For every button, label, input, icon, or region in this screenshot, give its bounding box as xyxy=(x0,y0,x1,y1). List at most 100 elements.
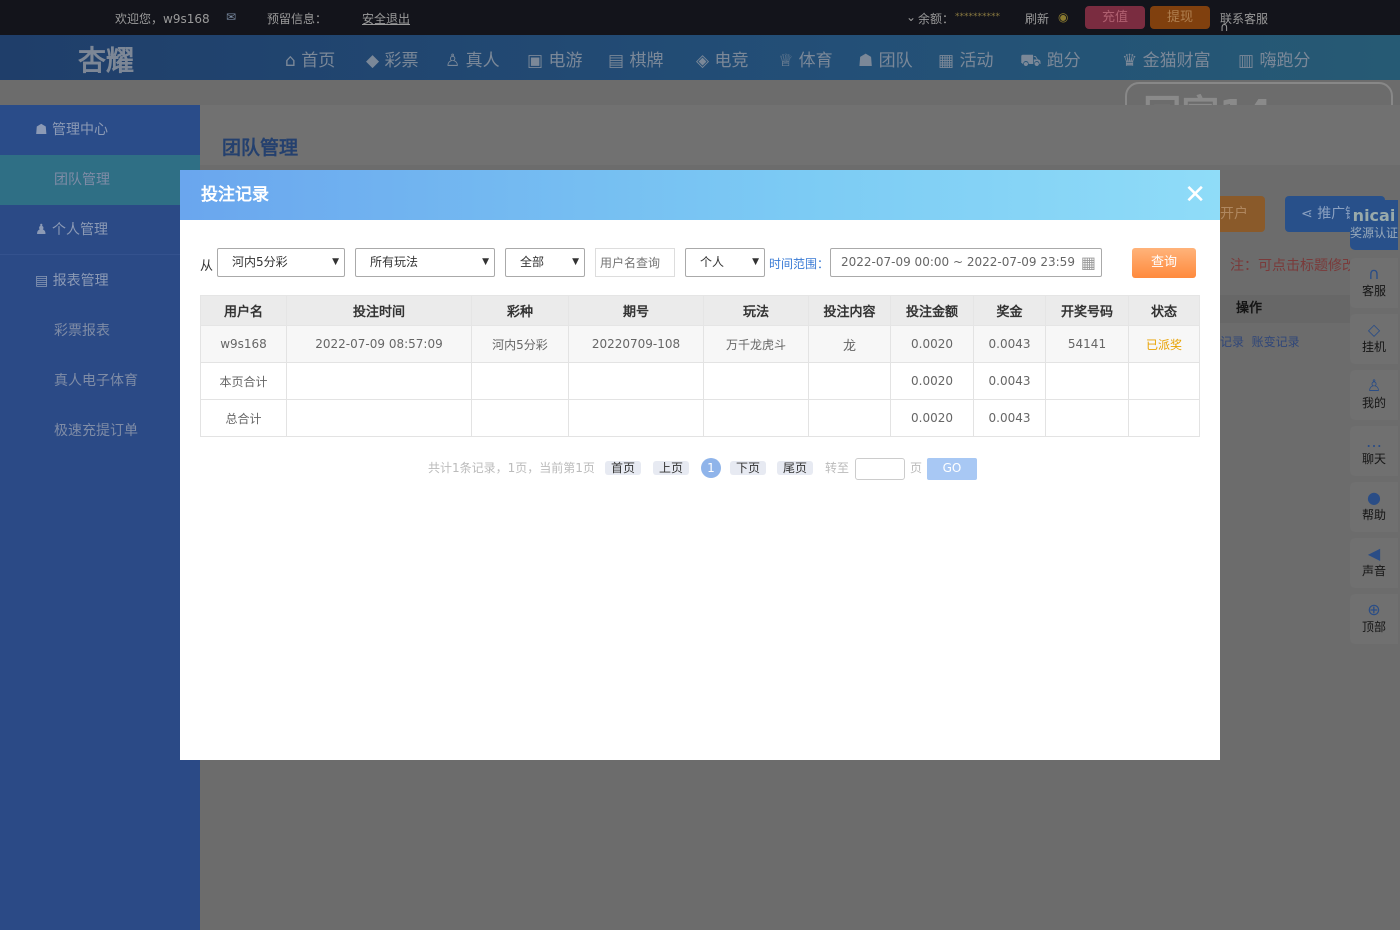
op-header: 操作 xyxy=(1220,295,1350,323)
eye-icon[interactable]: ◉ xyxy=(1058,10,1068,24)
main-nav: 杏耀 ⌂ 首页 ◆ 彩票 ♙ 真人 ▣ 电游 ▤ 棋牌 ◈ 电竞 ♕ 体育 ☗ … xyxy=(0,35,1400,80)
nav-sports[interactable]: ♕ 体育 xyxy=(778,46,833,71)
tool-help[interactable]: ● 帮助 xyxy=(1350,482,1398,532)
sidebar-item-team[interactable]: 团队管理 xyxy=(0,155,200,205)
table-cell: 54141 xyxy=(1045,325,1129,363)
status-select[interactable]: 全部 ▼ xyxy=(505,248,585,277)
sidebar-item-personal[interactable]: ♟ 个人管理 xyxy=(0,205,200,255)
page-unit: 页 xyxy=(910,461,923,475)
table-cell xyxy=(286,399,472,437)
table-cell: 0.0043 xyxy=(973,362,1046,400)
nav-home[interactable]: ⌂ 首页 xyxy=(285,46,335,71)
diamond-icon: ◇ xyxy=(1367,320,1381,339)
tool-support[interactable]: ∩ 客服 xyxy=(1350,258,1398,308)
op-links: 记录 账变记录 xyxy=(1220,333,1300,350)
tool-chat[interactable]: … 聊天 xyxy=(1350,426,1398,476)
sidebar-item-lottery-report[interactable]: 彩票报表 xyxy=(0,306,200,356)
page-title: 团队管理 xyxy=(222,137,299,159)
arrow-up-icon: ⊕ xyxy=(1367,600,1381,619)
nav-slots[interactable]: ▣ 电游 xyxy=(527,46,582,71)
deposit-button[interactable]: 充值 xyxy=(1085,6,1145,29)
column-header: 期号 xyxy=(568,295,704,326)
column-header: 状态 xyxy=(1128,295,1200,326)
support-link[interactable]: ∩ 联系客服 xyxy=(1220,10,1268,34)
account-change-link[interactable]: 账变记录 xyxy=(1252,335,1300,349)
close-icon[interactable]: ✕ xyxy=(1184,170,1206,220)
table-cell xyxy=(808,362,891,400)
user-icon: ♙ xyxy=(1366,376,1382,395)
nav-live[interactable]: ♙ 真人 xyxy=(445,46,500,71)
lottery-select[interactable]: 河内5分彩 ▼ xyxy=(217,248,345,277)
table-row: w9s168 2022-07-09 08:57:09 河内5分彩 20220709-1… xyxy=(200,325,1200,363)
last-page-button[interactable]: 尾页 xyxy=(777,461,814,475)
table-cell: 0.0043 xyxy=(973,325,1046,363)
time-range-label: 时间范围： xyxy=(769,257,830,271)
query-button[interactable]: 查询 xyxy=(1132,248,1196,278)
column-header: 开奖号码 xyxy=(1045,295,1129,326)
current-page[interactable]: 1 xyxy=(701,458,721,478)
nav-haipaofen[interactable]: ▥ 嗨跑分 xyxy=(1238,46,1310,71)
column-header: 投注内容 xyxy=(808,295,891,326)
table-cell: 本页合计 xyxy=(200,362,287,400)
sidebar-item-live-report[interactable]: 真人电子体育 xyxy=(0,356,200,406)
tool-mine[interactable]: ♙ 我的 xyxy=(1350,370,1398,420)
column-header: 玩法 xyxy=(703,295,809,326)
headset-icon: ∩ xyxy=(1368,264,1380,283)
column-header: 用户名 xyxy=(200,295,287,326)
time-range-input[interactable]: 2022-07-09 00:00 ~ 2022-07-09 23:59 ▦ xyxy=(830,248,1102,277)
bet-table: 用户名 投注时间 彩种 期号 玩法 投注内容 投注金额 奖金 开奖号码 状态 w9s168 2022… xyxy=(200,295,1200,437)
help-icon: ● xyxy=(1367,488,1381,507)
table-cell: 0.0020 xyxy=(890,399,974,437)
nav-esports[interactable]: ◈ 电竞 xyxy=(696,46,748,71)
go-button[interactable]: GO xyxy=(927,458,977,480)
tool-auto[interactable]: ◇ 挂机 xyxy=(1350,314,1398,364)
tool-award-cert[interactable]: nicai 奖源认证 xyxy=(1350,200,1398,250)
table-cell xyxy=(1128,362,1200,400)
tool-sound[interactable]: ◀ 声音 xyxy=(1350,538,1398,588)
nav-paofen[interactable]: ⛟ 跑分 xyxy=(1020,46,1081,73)
column-header: 奖金 xyxy=(973,295,1046,326)
speaker-icon: ◀ xyxy=(1367,544,1381,563)
sidebar-item-management[interactable]: ☗ 管理中心 xyxy=(0,105,200,155)
open-account-button[interactable]: 开户 xyxy=(1220,196,1265,232)
refresh-button[interactable]: 刷新 xyxy=(1025,10,1049,27)
table-cell xyxy=(471,362,569,400)
table-cell xyxy=(1128,399,1200,437)
pager-summary: 共计1条记录，1页，当前第1页 xyxy=(428,461,595,475)
calendar-icon: ▦ xyxy=(1080,253,1096,272)
goto-page-input[interactable] xyxy=(855,458,905,480)
prev-page-button[interactable]: 上页 xyxy=(653,461,690,475)
sidebar: ☗ 管理中心 团队管理 ♟ 个人管理 ▤ 报表管理 彩票报表 真人电子体育 极速… xyxy=(0,105,200,930)
nav-events[interactable]: ▦ 活动 xyxy=(938,46,993,71)
balance-toggle-icon[interactable]: ⌄ xyxy=(906,10,916,24)
table-cell xyxy=(703,399,809,437)
username-input[interactable] xyxy=(595,248,675,277)
sidebar-item-fast-orders[interactable]: 极速充提订单 xyxy=(0,406,200,456)
table-cell: 0.0020 xyxy=(890,362,974,400)
logo: 杏耀 xyxy=(78,44,135,77)
record-link[interactable]: 记录 xyxy=(1220,335,1244,349)
from-label: 从 xyxy=(200,259,214,274)
nav-lottery[interactable]: ◆ 彩票 xyxy=(366,46,418,71)
tool-top[interactable]: ⊕ 顶部 xyxy=(1350,594,1398,644)
sidebar-item-reports[interactable]: ▤ 报表管理 xyxy=(0,256,200,306)
nav-cards[interactable]: ▤ 棋牌 xyxy=(608,46,663,71)
withdraw-button[interactable]: 提现 xyxy=(1150,6,1210,29)
first-page-button[interactable]: 首页 xyxy=(605,461,642,475)
modal-title: 投注记录 xyxy=(201,185,269,205)
top-bar: 欢迎您，w9s168 ✉ 预留信息： 安全退出 ⌄ 余额： **********… xyxy=(0,0,1400,35)
mail-icon[interactable]: ✉ xyxy=(226,10,236,24)
chat-icon: … xyxy=(1366,432,1382,451)
column-header: 投注金额 xyxy=(890,295,974,326)
nav-jinmao[interactable]: ♛ 金猫财富 xyxy=(1122,46,1211,71)
table-cell: 20220709-108 xyxy=(568,325,704,363)
table-cell xyxy=(703,362,809,400)
scope-select[interactable]: 个人 ▼ xyxy=(685,248,765,277)
nav-team[interactable]: ☗ 团队 xyxy=(858,46,913,71)
table-cell: 万千龙虎斗 xyxy=(703,325,809,363)
play-select[interactable]: 所有玩法 ▼ xyxy=(355,248,495,277)
next-page-button[interactable]: 下页 xyxy=(730,461,767,475)
reserved-info: 预留信息： xyxy=(267,12,328,26)
table-cell: 河内5分彩 xyxy=(471,325,569,363)
logout-link[interactable]: 安全退出 xyxy=(362,10,410,27)
